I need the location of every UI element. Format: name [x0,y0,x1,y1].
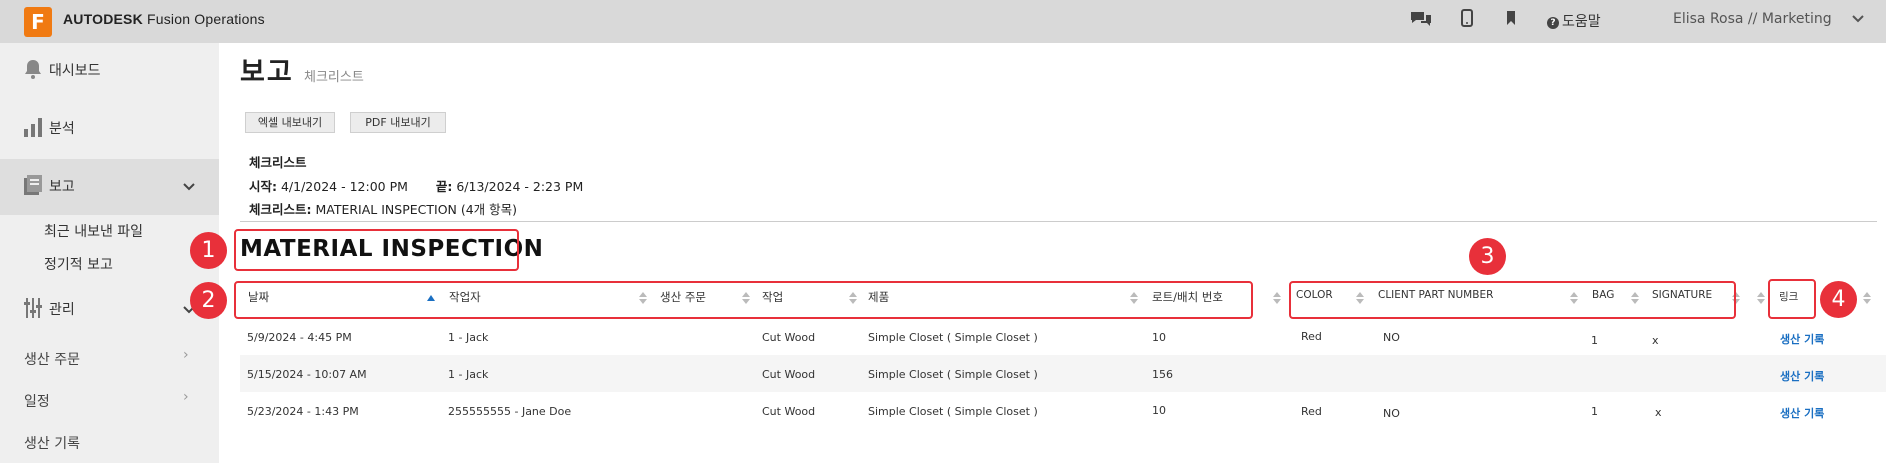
end-value: 6/13/2024 - 2:23 PM [452,179,584,194]
cell-operation: Cut Wood [762,331,816,344]
sidebar-item-production-log[interactable]: 생산 기록 [24,433,80,453]
sidebar-label-dashboard: 대시보드 [49,63,101,79]
annotation-badge-2: 2 [190,282,227,319]
report-icon [24,175,42,195]
brand-autodesk: AUTODESK [63,11,143,27]
help-icon: ? [1547,17,1559,29]
sidebar-item-work-order[interactable]: 생산 주문 [24,349,80,369]
chevron-down-icon[interactable] [1852,13,1864,25]
mobile-icon[interactable] [1454,9,1480,33]
cell-bag: 1 [1591,405,1598,418]
bar-chart-icon [24,118,42,137]
annotation-badge-4: 4 [1820,281,1857,318]
sidebar-label-report: 보고 [49,179,75,195]
help-label: 도움말 [1562,14,1601,30]
chevron-right-icon: › [183,347,189,363]
cell-date: 5/15/2024 - 10:07 AM [247,368,367,381]
cell-operator: 1 - Jack [448,368,489,381]
cell-bag: 1 [1591,334,1598,347]
cell-color: Red [1301,405,1322,418]
cell-lot: 10 [1152,331,1166,344]
cell-signature: x [1652,334,1659,347]
brand-product: Fusion Operations [142,11,265,27]
cell-date: 5/9/2024 - 4:45 PM [247,331,352,344]
chevron-right-icon: › [183,389,189,405]
sidebar-item-manage[interactable]: 관리 [0,282,219,338]
export-excel-button[interactable]: 엑셀 내보내기 [245,112,335,133]
cell-client-part: NO [1383,407,1400,420]
help-link[interactable]: ? 도움말 [1547,11,1601,31]
sidebar-label-analysis: 분석 [49,121,75,137]
production-log-link[interactable]: 생산 기록 [1780,368,1824,384]
date-range: 시작: 4/1/2024 - 12:00 PM 끝: 6/13/2024 - 2… [249,176,583,195]
start-label: 시작: [249,179,277,194]
sidebar-label-manage: 관리 [49,302,75,318]
checklist-info: 체크리스트: MATERIAL INSPECTION (4개 항목) [249,199,517,218]
divider [240,221,1877,222]
cell-product: Simple Closet ( Simple Closet ) [868,405,1038,418]
cell-date: 5/23/2024 - 1:43 PM [247,405,359,418]
annotation-box-4 [1768,279,1816,319]
sort-icon[interactable] [1757,291,1765,305]
cell-lot: 10 [1152,404,1166,417]
checklist-value: MATERIAL INSPECTION (4개 항목) [311,202,518,217]
cell-product: Simple Closet ( Simple Closet ) [868,368,1038,381]
brand-name: AUTODESK Fusion Operations [63,11,265,27]
sidebar-subitem-recent-exports[interactable]: 최근 내보낸 파일 [44,221,143,241]
start-value: 4/1/2024 - 12:00 PM [277,179,408,194]
sidebar-item-report[interactable]: 보고 [0,159,219,215]
sidebar: 대시보드 분석 보고 최근 내보낸 파일 정기적 보고 관리 생산 주문 › 일… [0,43,219,463]
cell-color: Red [1301,330,1322,343]
cell-operation: Cut Wood [762,405,816,418]
sort-icon[interactable] [1863,291,1871,305]
export-pdf-button[interactable]: PDF 내보내기 [350,112,446,133]
production-log-link[interactable]: 생산 기록 [1780,331,1824,347]
sliders-icon [24,298,42,318]
cell-operation: Cut Wood [762,368,816,381]
cell-operator: 1 - Jack [448,331,489,344]
chevron-down-icon [183,183,195,191]
bookmark-icon[interactable] [1498,9,1524,33]
annotation-box-3 [1289,281,1736,319]
sidebar-item-dashboard[interactable]: 대시보드 [0,43,219,99]
sort-icon[interactable] [1273,291,1281,305]
end-label: 끝: [435,179,453,194]
page-subtitle: 체크리스트 [304,70,364,85]
checklist-label: 체크리스트: [249,202,312,217]
bell-icon [25,60,41,79]
sidebar-subitem-scheduled-reports[interactable]: 정기적 보고 [44,254,113,274]
annotation-box-1 [234,229,519,271]
annotation-badge-1: 1 [190,232,227,269]
info-heading: 체크리스트 [249,155,307,170]
page-title: 보고 [240,57,294,88]
chat-icon[interactable] [1408,9,1434,33]
sidebar-item-analysis[interactable]: 분석 [0,101,219,157]
sidebar-item-schedule[interactable]: 일정 [24,391,50,411]
cell-lot: 156 [1152,368,1173,381]
top-bar: F AUTODESK Fusion Operations ? 도움말 Elisa … [0,0,1886,43]
annotation-badge-3: 3 [1469,238,1506,275]
cell-product: Simple Closet ( Simple Closet ) [868,331,1038,344]
fusion-logo[interactable]: F [24,7,52,37]
cell-operator: 255555555 - Jane Doe [448,405,572,418]
annotation-box-2 [234,281,1253,319]
cell-signature: x [1655,406,1662,419]
production-log-link[interactable]: 생산 기록 [1780,405,1824,421]
cell-client-part: NO [1383,331,1400,344]
user-menu[interactable]: Elisa Rosa // Marketing [1673,11,1832,27]
